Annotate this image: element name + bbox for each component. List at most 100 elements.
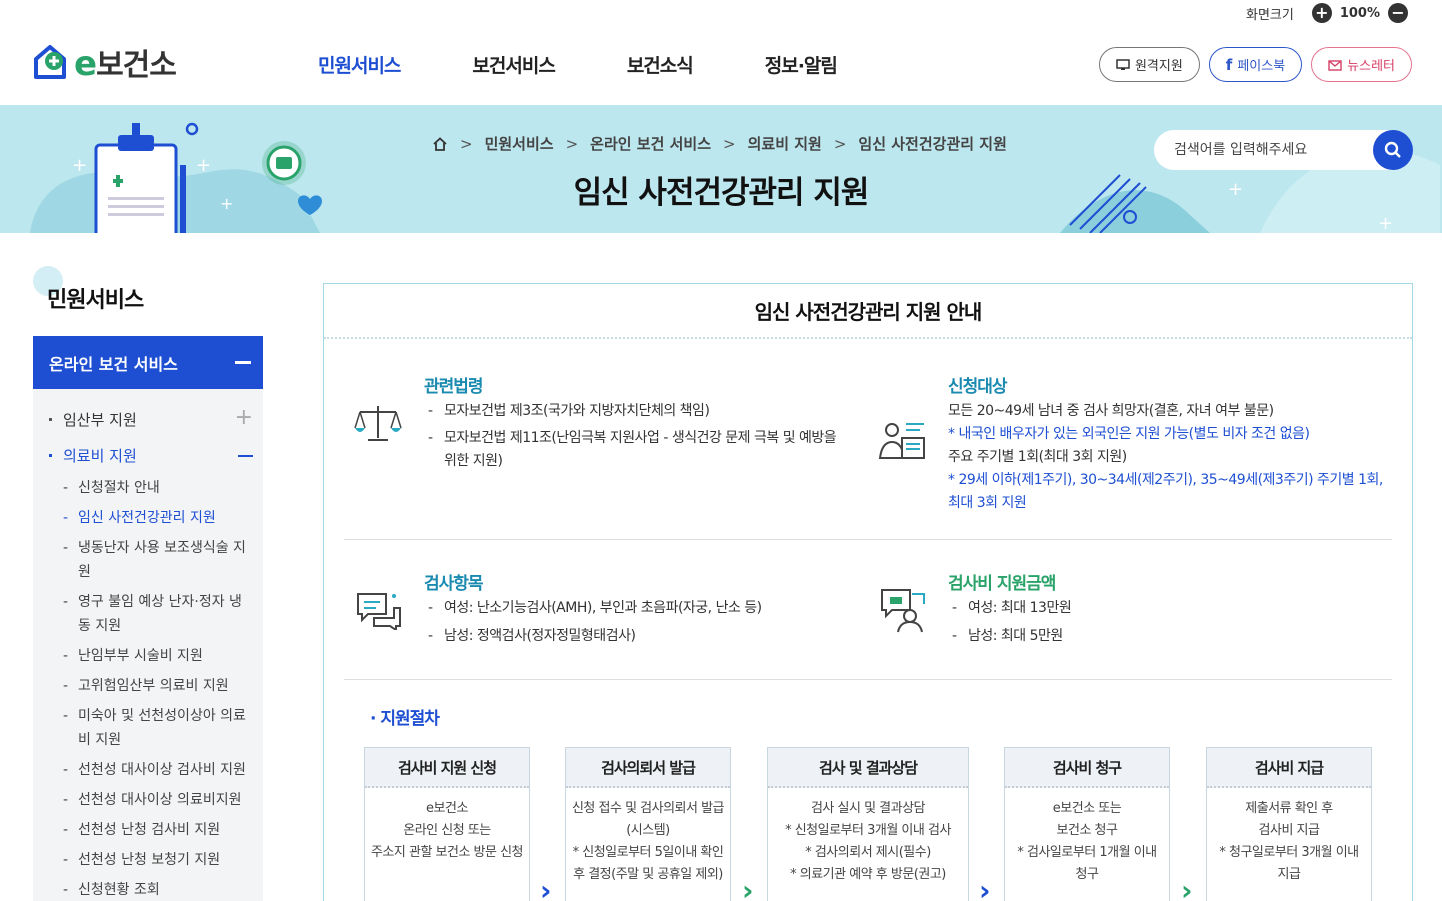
amount-item: - 남성: 최대 5만원 [952, 628, 1063, 644]
monitor-icon [1116, 58, 1130, 70]
expand-plus-icon[interactable]: + [235, 407, 253, 429]
logo-house-icon [34, 45, 66, 79]
law-heading: 관련법령 [424, 377, 484, 397]
mail-icon [1328, 59, 1342, 71]
bullet-icon [49, 454, 52, 457]
process-step: 검사의뢰서 발급 신청 접수 및 검사의뢰서 발급 (시스템) * 신청일로부터… [565, 747, 731, 901]
nav-item-health-service[interactable]: 보건서비스 [472, 51, 555, 78]
target-line: 모든 20~49세 남녀 중 검사 희망자(결혼, 자녀 여부 불문) [948, 403, 1274, 419]
process-step-body: 검사 실시 및 결과상담 * 신청일로부터 3개월 이내 검사 * 검사의뢰서 … [785, 801, 951, 882]
sidebar-subitem[interactable]: - 난임부부 시술비 지원 [63, 644, 253, 668]
sidebar-subitem[interactable]: - 선천성 난청 보청기 지원 [63, 848, 253, 872]
sidebar-subitem[interactable]: - 선천성 난청 검사비 지원 [63, 818, 253, 842]
main-nav: 민원서비스 보건서비스 보건소식 정보·알림 [318, 51, 909, 78]
sidebar-item-medical-support[interactable]: 의료비 지원 [49, 445, 137, 466]
sidebar-subitem[interactable]: - 신청절차 안내 [63, 476, 253, 500]
section-divider [344, 539, 1392, 540]
sidebar-subitem[interactable]: - 신청현황 조회 [63, 878, 253, 901]
newsletter-label: 뉴스레터 [1347, 59, 1395, 74]
target-note: * 내국인 배우자가 있는 외국인은 지원 가능(별도 비자 조건 없음) [948, 426, 1310, 442]
breadcrumb-separator: > [460, 134, 473, 153]
sidebar-subitem[interactable]: - 냉동난자 사용 보조생식술 지원 [63, 536, 253, 584]
process-step: 검사비 지원 신청 e보건소 온라인 신청 또는 주소지 관할 보건소 방문 신… [364, 747, 530, 901]
home-icon[interactable] [432, 136, 448, 151]
step-arrow-icon: › [540, 874, 552, 901]
chat-bubbles-icon [357, 593, 401, 630]
page-banner: + + + + + > 민원서비스 > 온라인 보건 서비스 > 의료비 지원 … [0, 105, 1442, 233]
breadcrumb-item[interactable]: 민원서비스 [485, 133, 554, 154]
breadcrumb-separator: > [565, 134, 579, 153]
law-item: - 모자보건법 제3조(국가와 지방자치단체의 책임) [428, 403, 710, 419]
title-divider [324, 337, 1412, 339]
facebook-label: 페이스북 [1237, 59, 1286, 74]
facebook-button[interactable]: f 페이스북 [1208, 47, 1303, 82]
sidebar-subitem[interactable]: - 미숙아 및 선천성이상아 의료비 지원 [63, 704, 253, 752]
target-heading: 신청대상 [948, 377, 1008, 397]
tests-item: - 여성: 난소기능검사(AMH), 부인과 초음파(자궁, 난소 등) [428, 600, 762, 616]
page-title: 임신 사전건강관리 지원 [573, 175, 870, 211]
process-step-title: 검사비 지원 신청 [365, 748, 529, 788]
section-divider [344, 679, 1392, 680]
header-buttons: 원격지원 f 페이스북 뉴스레터 [1098, 47, 1412, 82]
process-step-body: e보건소 온라인 신청 또는 주소지 관할 보건소 방문 신청 [370, 801, 524, 860]
step-arrow-icon: › [979, 874, 991, 901]
target-line: 주요 주기별 1회(최대 3회 지원) [948, 449, 1127, 465]
tests-heading: 검사항목 [424, 574, 484, 594]
amount-heading: 검사비 지원금액 [948, 574, 1056, 594]
sidebar-head-online-service[interactable]: 온라인 보건 서비스 [33, 336, 263, 389]
process-step-body: 신청 접수 및 검사의뢰서 발급 (시스템) * 신청일로부터 5일이내 확인 … [571, 801, 725, 882]
process-step-title: 검사 및 결과상담 [768, 748, 968, 788]
process-step-title: 검사비 지급 [1207, 748, 1371, 788]
svg-text:+: + [1378, 213, 1393, 233]
breadcrumb: > 민원서비스 > 온라인 보건 서비스 > 의료비 지원 > 임신 사전건강관… [432, 133, 1007, 154]
law-item: - 모자보건법 제11조(난임극복 지원사업 - 생식건강 문제 극복 및 예방을… [428, 430, 837, 469]
remote-support-button[interactable]: 원격지원 [1098, 47, 1200, 82]
site-header: e보건소 민원서비스 보건서비스 보건소식 정보·알림 원격지원 f 페이스북 … [0, 0, 1442, 105]
step-arrow-icon: › [742, 874, 754, 901]
search-input[interactable] [1154, 130, 1354, 170]
nav-item-health-news[interactable]: 보건소식 [627, 51, 694, 78]
nav-item-info-notice[interactable]: 정보·알림 [765, 51, 838, 78]
tests-item: - 남성: 정액검사(정자정밀형태검사) [428, 628, 636, 644]
search-icon [1384, 141, 1401, 158]
process-step-title: 검사비 청구 [1005, 748, 1169, 788]
step-arrow-icon: › [1181, 874, 1193, 901]
sidebar-subitem[interactable]: - 영구 불임 예상 난자·정자 냉동 지원 [63, 590, 253, 638]
guide-title: 임신 사전건강관리 지원 안내 [754, 300, 983, 324]
logo-text: e보건소 [74, 44, 177, 84]
sidebar-title: 민원서비스 [47, 288, 144, 313]
breadcrumb-item[interactable]: 임신 사전건강관리 지원 [858, 133, 1006, 154]
search-box [1154, 130, 1413, 170]
breadcrumb-item[interactable]: 의료비 지원 [748, 133, 822, 154]
breadcrumb-item[interactable]: 온라인 보건 서비스 [590, 133, 711, 154]
search-button[interactable] [1373, 130, 1413, 170]
sidebar-subitem[interactable]: - 고위험임산부 의료비 지원 [63, 674, 253, 698]
sidebar-subitem[interactable]: - 선천성 대사이상 의료비지원 [63, 788, 253, 812]
scale-icon [354, 406, 402, 441]
sidebar-subitem-active[interactable]: - 임신 사전건강관리 지원 [63, 506, 253, 530]
collapse-icon [235, 361, 251, 364]
process-title: · 지원절차 [370, 709, 440, 729]
sidebar-item-pregnant-support[interactable]: 임산부 지원 [49, 409, 137, 430]
sidebar-head-label: 온라인 보건 서비스 [49, 354, 178, 374]
facebook-icon: f [1225, 55, 1233, 74]
sidebar-menu: 임산부 지원 + 의료비 지원 - 신청절차 안내 - 임신 사전건강관리 지원 -… [33, 389, 263, 901]
amount-item: - 여성: 최대 13만원 [952, 600, 1072, 616]
site-logo[interactable]: e보건소 [32, 40, 177, 84]
sidebar-subitem[interactable]: - 선천성 대사이상 검사비 지원 [63, 758, 253, 782]
process-step-body: 제출서류 확인 후 검사비 지급 * 청구일로부터 3개월 이내 지급 [1219, 801, 1359, 882]
breadcrumb-separator: > [723, 134, 736, 153]
person-document-icon [878, 423, 925, 459]
consultation-icon [881, 589, 925, 633]
process-step: 검사비 청구 e보건소 또는 보건소 청구 * 검사일로부터 1개월 이내 청구 [1004, 747, 1170, 901]
newsletter-button[interactable]: 뉴스레터 [1311, 47, 1412, 82]
collapse-minus-icon[interactable] [238, 455, 253, 457]
process-step-body: e보건소 또는 보건소 청구 * 검사일로부터 1개월 이내 청구 [1017, 801, 1157, 882]
bullet-icon [49, 418, 52, 421]
guide-box: 임신 사전건강관리 지원 안내 관련법령 - 모자보건법 제3조(국가와 지방자치… [323, 283, 1413, 901]
process-step: 검사 및 결과상담 검사 실시 및 결과상담 * 신청일로부터 3개월 이내 검… [767, 747, 969, 901]
breadcrumb-separator: > [833, 134, 847, 153]
remote-support-label: 원격지원 [1134, 59, 1183, 74]
process-step: 검사비 지급 제출서류 확인 후 검사비 지급 * 청구일로부터 3개월 이내 … [1206, 747, 1372, 901]
nav-item-civil-service[interactable]: 민원서비스 [318, 51, 401, 78]
